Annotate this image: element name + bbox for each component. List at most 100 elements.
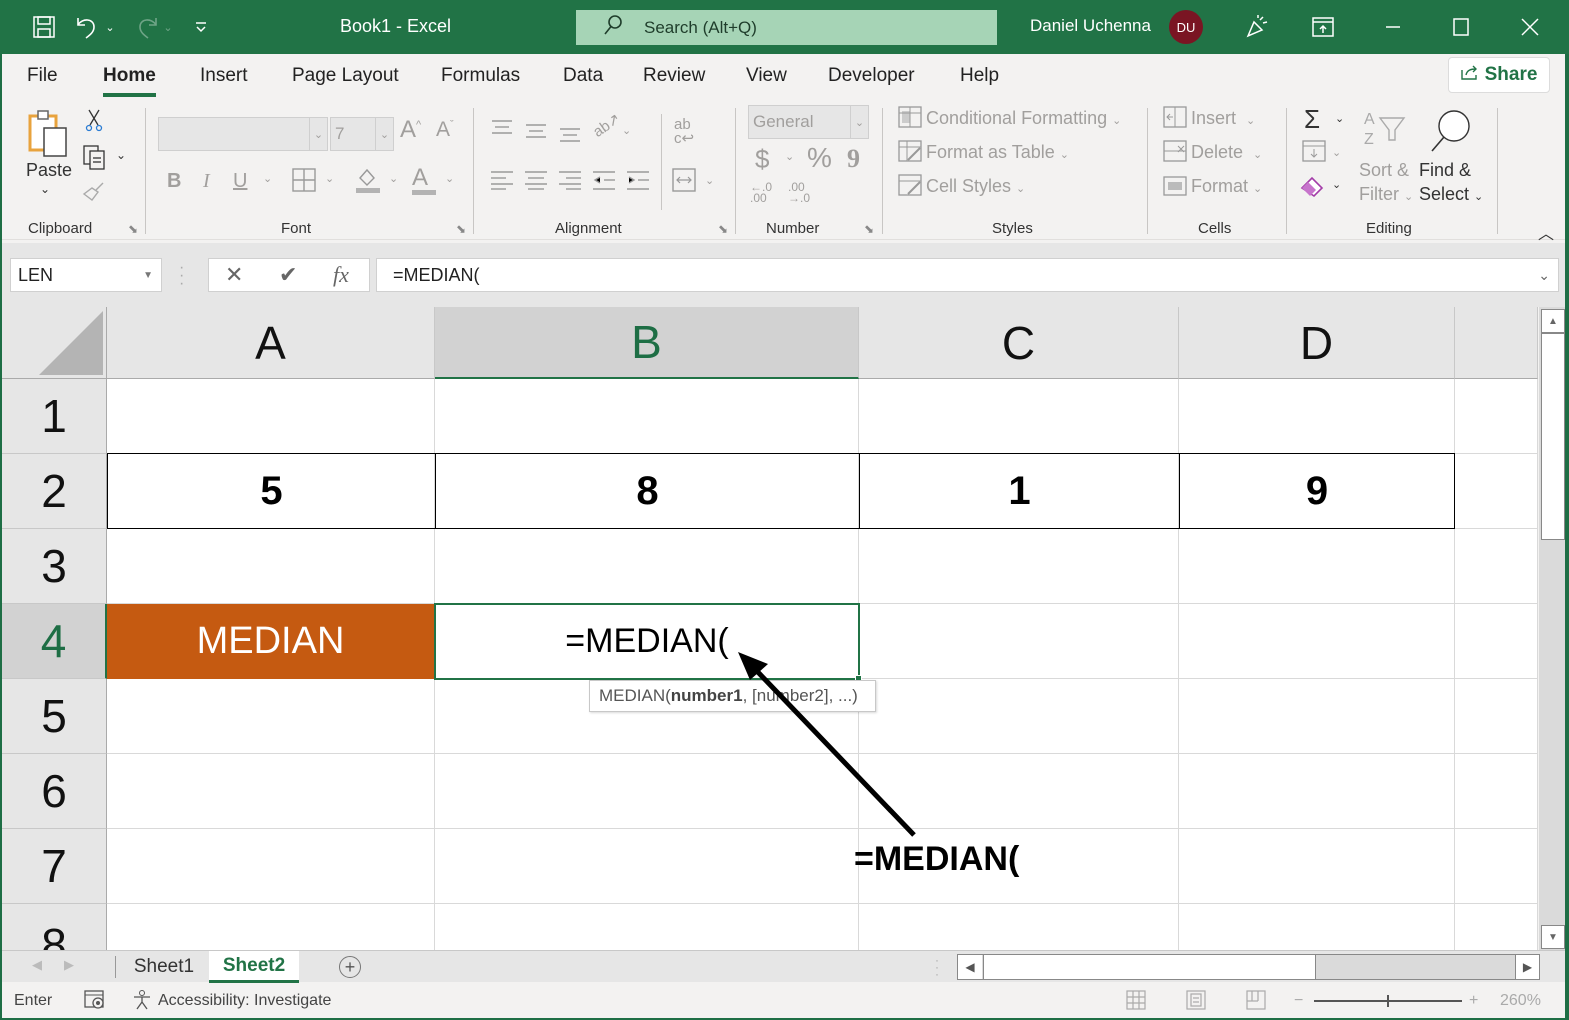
undo-dropdown-icon[interactable]: ⌄ (104, 12, 116, 42)
grid-cell[interactable] (1455, 679, 1538, 754)
column-header-c[interactable]: C (859, 307, 1179, 379)
expand-formula-bar-icon[interactable]: ⌄ (1538, 267, 1550, 284)
zoom-slider[interactable] (1314, 995, 1462, 1007)
grid-cell[interactable] (1179, 904, 1455, 950)
grid-cell[interactable] (1455, 379, 1538, 454)
close-icon[interactable] (1515, 12, 1545, 42)
sheet-tab-sheet2[interactable]: Sheet2 (209, 951, 299, 983)
grid-cell[interactable] (1455, 529, 1538, 604)
scroll-down-icon[interactable]: ▼ (1541, 925, 1565, 949)
zoom-in-icon[interactable]: + (1469, 992, 1478, 1010)
grid-cell[interactable] (859, 529, 1179, 604)
scroll-left-icon[interactable]: ◀ (958, 955, 982, 979)
cell-d2[interactable]: 9 (1179, 453, 1455, 529)
find-select-icon[interactable] (1426, 106, 1474, 159)
coauthoring-icon[interactable] (1242, 12, 1272, 42)
tab-help[interactable]: Help (960, 65, 999, 87)
grid-cell[interactable] (435, 829, 859, 904)
row-header-3[interactable]: 3 (2, 529, 107, 604)
cell-b4-active[interactable]: =MEDIAN( (434, 603, 860, 680)
split-handle-icon[interactable]: · · · (935, 954, 939, 980)
avatar[interactable]: DU (1169, 10, 1203, 44)
next-sheet-icon[interactable]: ▶ (64, 957, 74, 973)
row-header-4[interactable]: 4 (2, 604, 107, 679)
paste-icon[interactable] (24, 108, 70, 163)
save-icon[interactable] (30, 12, 58, 42)
select-all-button[interactable] (2, 307, 107, 379)
grid-cell[interactable] (1179, 679, 1455, 754)
tab-view[interactable]: View (746, 65, 787, 87)
tab-data[interactable]: Data (563, 65, 603, 87)
tab-insert[interactable]: Insert (200, 65, 248, 87)
zoom-out-icon[interactable]: − (1294, 992, 1303, 1010)
enter-icon[interactable]: ✔ (279, 262, 297, 288)
vertical-scrollbar[interactable]: ▲ ▼ (1539, 307, 1565, 950)
page-break-view-icon[interactable] (1246, 990, 1266, 1015)
column-header-b[interactable]: B (435, 307, 859, 379)
row-header-1[interactable]: 1 (2, 379, 107, 454)
tooltip-current-arg[interactable]: number1 (671, 686, 743, 706)
grid-cell[interactable] (1455, 829, 1538, 904)
tab-review[interactable]: Review (643, 65, 705, 87)
grid-cell[interactable] (1179, 604, 1455, 679)
grid-cell[interactable] (107, 529, 435, 604)
resize-handle-icon[interactable]: · · · (179, 260, 184, 292)
collapse-ribbon-icon[interactable]: ︿ (1538, 220, 1554, 244)
row-header-8[interactable]: 8 (2, 904, 107, 950)
grid-cell[interactable] (1455, 604, 1538, 679)
insert-function-icon[interactable]: fx (333, 262, 349, 288)
zoom-level[interactable]: 260% (1500, 992, 1541, 1010)
scroll-up-icon[interactable]: ▲ (1541, 309, 1565, 333)
accessibility-icon[interactable] (132, 990, 152, 1015)
paste-button[interactable]: Paste (26, 160, 72, 181)
tab-developer[interactable]: Developer (828, 65, 915, 87)
grid-cell[interactable] (1179, 754, 1455, 829)
clear-icon[interactable] (1300, 174, 1328, 203)
cancel-icon[interactable]: ✕ (225, 262, 243, 288)
grid-cell[interactable] (435, 379, 859, 454)
add-sheet-icon[interactable]: + (339, 956, 361, 978)
undo-icon[interactable] (72, 12, 102, 42)
row-header-2[interactable]: 2 (2, 454, 107, 529)
paste-dropdown-icon[interactable]: ⌄ (40, 182, 50, 196)
column-header-d[interactable]: D (1179, 307, 1455, 379)
minimize-icon[interactable] (1378, 12, 1408, 42)
column-header-e[interactable] (1455, 307, 1538, 379)
name-box[interactable]: LEN ▼ (10, 258, 162, 292)
cell-a4[interactable]: MEDIAN (107, 604, 435, 679)
row-header-7[interactable]: 7 (2, 829, 107, 904)
clear-dropdown-icon[interactable]: ⌄ (1332, 178, 1341, 191)
prev-sheet-icon[interactable]: ◀ (32, 957, 42, 973)
grid-cell[interactable] (859, 604, 1179, 679)
grid-cell[interactable] (1179, 379, 1455, 454)
autosum-dropdown-icon[interactable]: ⌄ (1335, 112, 1344, 125)
horizontal-scroll-thumb[interactable] (983, 955, 1316, 979)
formula-input[interactable]: =MEDIAN( ⌄ (376, 258, 1559, 292)
copy-dropdown-icon[interactable]: ⌄ (116, 148, 126, 162)
horizontal-scrollbar[interactable]: ◀ ▶ (957, 954, 1540, 980)
vertical-scroll-thumb[interactable] (1541, 333, 1565, 540)
scroll-right-icon[interactable]: ▶ (1515, 955, 1539, 979)
grid-cell[interactable] (859, 379, 1179, 454)
maximize-icon[interactable] (1446, 12, 1476, 42)
tab-home[interactable]: Home (103, 65, 156, 97)
page-layout-view-icon[interactable] (1186, 990, 1206, 1015)
grid-cell[interactable] (859, 754, 1179, 829)
grid-cell[interactable] (435, 754, 859, 829)
grid-cell[interactable] (435, 904, 859, 950)
grid-cell[interactable] (1179, 529, 1455, 604)
grid-cell[interactable] (107, 379, 435, 454)
grid-cell[interactable] (859, 679, 1179, 754)
tab-file[interactable]: File (27, 65, 58, 87)
ribbon-display-icon[interactable] (1308, 12, 1338, 42)
grid-cell[interactable] (435, 529, 859, 604)
grid-cell[interactable] (1455, 754, 1538, 829)
sheet-tab-sheet1[interactable]: Sheet1 (122, 951, 206, 983)
cell-c2[interactable]: 1 (859, 453, 1180, 529)
grid-cell[interactable] (107, 904, 435, 950)
tab-page-layout[interactable]: Page Layout (292, 65, 399, 87)
find-select-button[interactable]: Find & Select ⌄ (1419, 158, 1483, 209)
cut-icon[interactable] (84, 108, 104, 137)
clipboard-launcher-icon[interactable]: ⬊ (128, 222, 138, 236)
row-header-5[interactable]: 5 (2, 679, 107, 754)
